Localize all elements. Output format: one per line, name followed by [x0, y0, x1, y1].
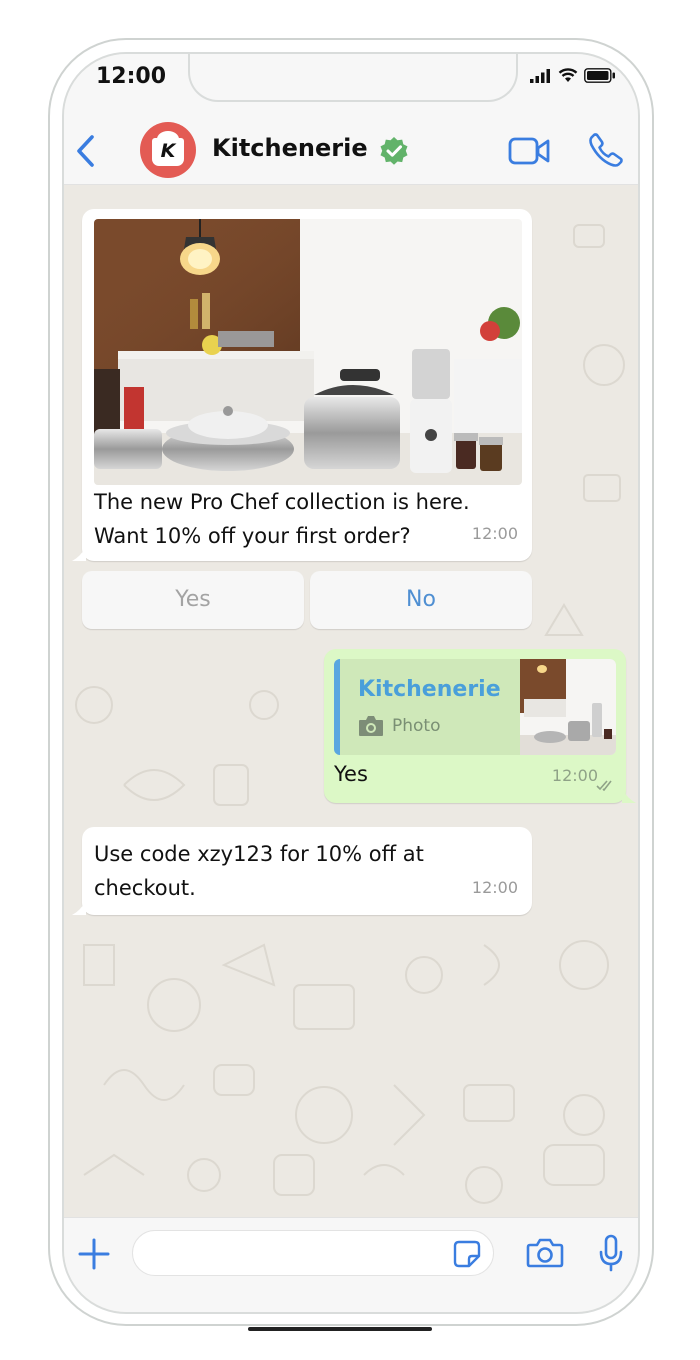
verified-badge-icon [380, 137, 408, 165]
chat-header: K Kitchenerie [64, 118, 638, 185]
avatar-letter: K [160, 140, 176, 162]
kitchen-cookware-image [94, 219, 522, 485]
message-timestamp: 12:00 [551, 766, 598, 785]
incoming-message-text: Use code xzy123 for 10% off at checkout. [94, 842, 424, 900]
message-input-bar [64, 1217, 638, 1312]
message-timestamp: 12:00 [471, 878, 518, 897]
message-timestamp: 12:00 [471, 524, 518, 543]
quote-accent-bar [334, 659, 340, 755]
home-indicator[interactable] [248, 1327, 432, 1331]
video-call-icon[interactable] [508, 134, 552, 168]
bubble-tail [72, 901, 86, 915]
plus-icon[interactable] [76, 1236, 112, 1272]
quick-reply-no-button[interactable]: No [310, 571, 532, 629]
battery-icon [584, 68, 615, 83]
phone-screen: 12:00 K Kitchenerie The new Pro Chef col… [62, 52, 640, 1314]
camera-icon[interactable] [526, 1238, 564, 1268]
wifi-icon [558, 68, 578, 82]
quoted-type-label: Photo [392, 716, 441, 736]
status-bar: 12:00 [64, 54, 638, 118]
signal-icon [530, 68, 550, 83]
back-chevron-icon[interactable] [70, 130, 106, 172]
quick-reply-yes-button[interactable]: Yes [82, 571, 304, 629]
message-text-input[interactable] [132, 1230, 494, 1276]
quoted-sender-name: Kitchenerie [358, 677, 501, 702]
incoming-message-text: The new Pro Chef collection is here. Wan… [94, 490, 470, 548]
chat-area[interactable]: The new Pro Chef collection is here. Wan… [64, 185, 638, 1217]
outgoing-message-reply[interactable]: Kitchenerie Photo Yes 12:00 [324, 649, 636, 803]
contact-avatar[interactable]: K [140, 122, 196, 178]
camera-icon [359, 716, 383, 736]
quoted-photo-thumbnail [520, 659, 616, 755]
bubble-tail [72, 547, 86, 561]
incoming-message-offer[interactable]: The new Pro Chef collection is here. Wan… [72, 209, 532, 561]
incoming-message-code[interactable]: Use code xzy123 for 10% off at checkout.… [72, 827, 532, 915]
status-icons [530, 68, 616, 83]
microphone-icon[interactable] [598, 1234, 624, 1272]
contact-name[interactable]: Kitchenerie [212, 134, 368, 162]
phone-call-icon[interactable] [588, 132, 624, 168]
quoted-media-type: Photo [358, 709, 441, 743]
product-photo[interactable] [94, 219, 522, 485]
status-time: 12:00 [96, 64, 167, 89]
kitchen-thumbnail-image [520, 659, 616, 755]
quoted-message[interactable]: Kitchenerie Photo [334, 659, 616, 755]
notch [188, 54, 518, 102]
sticker-icon[interactable] [453, 1240, 481, 1268]
bubble-tail [622, 789, 636, 803]
read-receipt-ticks-icon [596, 780, 612, 791]
outgoing-message-text: Yes [334, 762, 368, 786]
